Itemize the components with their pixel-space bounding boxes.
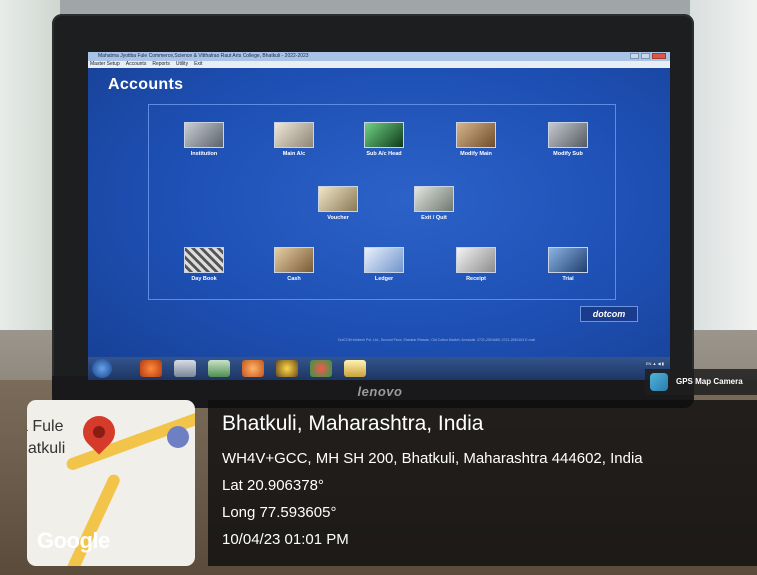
- tile-sub-ac-head[interactable]: Sub A/c Head: [349, 122, 419, 157]
- cash-icon: [274, 247, 314, 273]
- menu-reports[interactable]: Reports: [152, 61, 170, 68]
- map-label: a Fule: [27, 418, 64, 435]
- tile-label: Ledger: [374, 276, 394, 282]
- building-icon: [184, 122, 224, 148]
- window-left: [0, 0, 60, 330]
- tile-voucher[interactable]: Voucher: [303, 186, 373, 221]
- pen-icon: [274, 122, 314, 148]
- tile-label: Day Book: [191, 276, 217, 282]
- tile-label: Cash: [287, 276, 301, 282]
- place-name: Bhatkuli, Maharashtra, India: [222, 412, 484, 435]
- window-right: [690, 0, 757, 330]
- taskbar: EN ▲ ◀ ▮: [88, 357, 670, 380]
- longitude: Long 77.593605°: [222, 504, 337, 521]
- tiles-panel: Institution Main A/c Sub A/c Head Modify…: [148, 104, 616, 300]
- tile-modify-main[interactable]: Modify Main: [441, 122, 511, 157]
- google-logo: Google: [37, 528, 110, 553]
- firefox-icon[interactable]: [140, 360, 162, 377]
- explorer-icon[interactable]: [174, 360, 196, 377]
- fuel-station-icon: [167, 426, 189, 448]
- tile-exit-quit[interactable]: Exit / Quit: [399, 186, 469, 221]
- trial-icon: [548, 247, 588, 273]
- map-pin-icon: [650, 373, 668, 391]
- tile-day-book[interactable]: Day Book: [169, 247, 239, 282]
- keyboard-icon: [184, 247, 224, 273]
- graph-icon: [364, 247, 404, 273]
- app-icon[interactable]: [276, 360, 298, 377]
- tile-institution[interactable]: Institution: [169, 122, 239, 157]
- calculator-icon: [548, 122, 588, 148]
- window-buttons: [630, 53, 666, 60]
- tile-label: Modify Main: [460, 151, 492, 157]
- dotcom-logo: dotcom: [580, 306, 638, 322]
- map-label: hatkuli: [27, 440, 66, 457]
- scale-icon: [456, 247, 496, 273]
- latitude: Lat 20.906378°: [222, 477, 324, 494]
- green-screen-icon: [364, 122, 404, 148]
- tile-label: Trial: [562, 276, 574, 282]
- tile-label: Receipt: [466, 276, 486, 282]
- tile-receipt[interactable]: Receipt: [441, 247, 511, 282]
- tile-label: Institution: [190, 151, 218, 157]
- menu-exit[interactable]: Exit: [194, 61, 202, 68]
- folder-icon[interactable]: [344, 360, 366, 377]
- monitor-brand: lenovo: [357, 384, 403, 399]
- tile-main-ac[interactable]: Main A/c: [259, 122, 329, 157]
- app-titlebar: Mahatma Jyotiba Fule Commerce,Science & …: [88, 52, 670, 61]
- tile-label: Main A/c: [282, 151, 306, 157]
- excel-icon[interactable]: [208, 360, 230, 377]
- start-button[interactable]: [92, 359, 112, 378]
- chrome-icon[interactable]: [310, 360, 332, 377]
- map-thumbnail: a Fule hatkuli Google: [27, 400, 195, 566]
- location-pin-dot: [93, 426, 105, 438]
- minimize-button[interactable]: [630, 53, 639, 59]
- location-info: Bhatkuli, Maharashtra, India WH4V+GCC, M…: [208, 400, 757, 566]
- gps-badge-label: GPS Map Camera: [676, 377, 743, 386]
- tile-label: Voucher: [327, 215, 349, 221]
- address: WH4V+GCC, MH SH 200, Bhatkuli, Maharasht…: [222, 450, 643, 467]
- datetime: 10/04/23 01:01 PM: [222, 531, 349, 548]
- exit-icon: [414, 186, 454, 212]
- menu-accounts[interactable]: Accounts: [126, 61, 147, 68]
- gps-badge: GPS Map Camera: [645, 369, 757, 395]
- footer-text: DotCOM Infotech Pvt. Ltd., Second Floor,…: [338, 338, 536, 342]
- tile-trial[interactable]: Trial: [533, 247, 603, 282]
- tile-label: Sub A/c Head: [366, 151, 402, 157]
- monitor-screen: Mahatma Jyotiba Fule Commerce,Science & …: [88, 52, 670, 380]
- tile-modify-sub[interactable]: Modify Sub: [533, 122, 603, 157]
- papers-icon: [456, 122, 496, 148]
- close-button[interactable]: [652, 53, 666, 59]
- tile-label: Exit / Quit: [421, 215, 447, 221]
- pens-icon: [318, 186, 358, 212]
- maximize-button[interactable]: [641, 53, 650, 59]
- tile-label: Modify Sub: [553, 151, 583, 157]
- menu-master-setup[interactable]: Master Setup: [90, 61, 120, 68]
- tile-ledger[interactable]: Ledger: [349, 247, 419, 282]
- firefox-icon[interactable]: [242, 360, 264, 377]
- page-title: Accounts: [108, 76, 184, 93]
- menu-utility[interactable]: Utility: [176, 61, 188, 68]
- menu-bar: Master Setup Accounts Reports Utility Ex…: [88, 61, 670, 68]
- app-title: Mahatma Jyotiba Fule Commerce,Science & …: [98, 53, 309, 59]
- tile-cash[interactable]: Cash: [259, 247, 329, 282]
- system-tray: EN ▲ ◀ ▮: [645, 361, 664, 366]
